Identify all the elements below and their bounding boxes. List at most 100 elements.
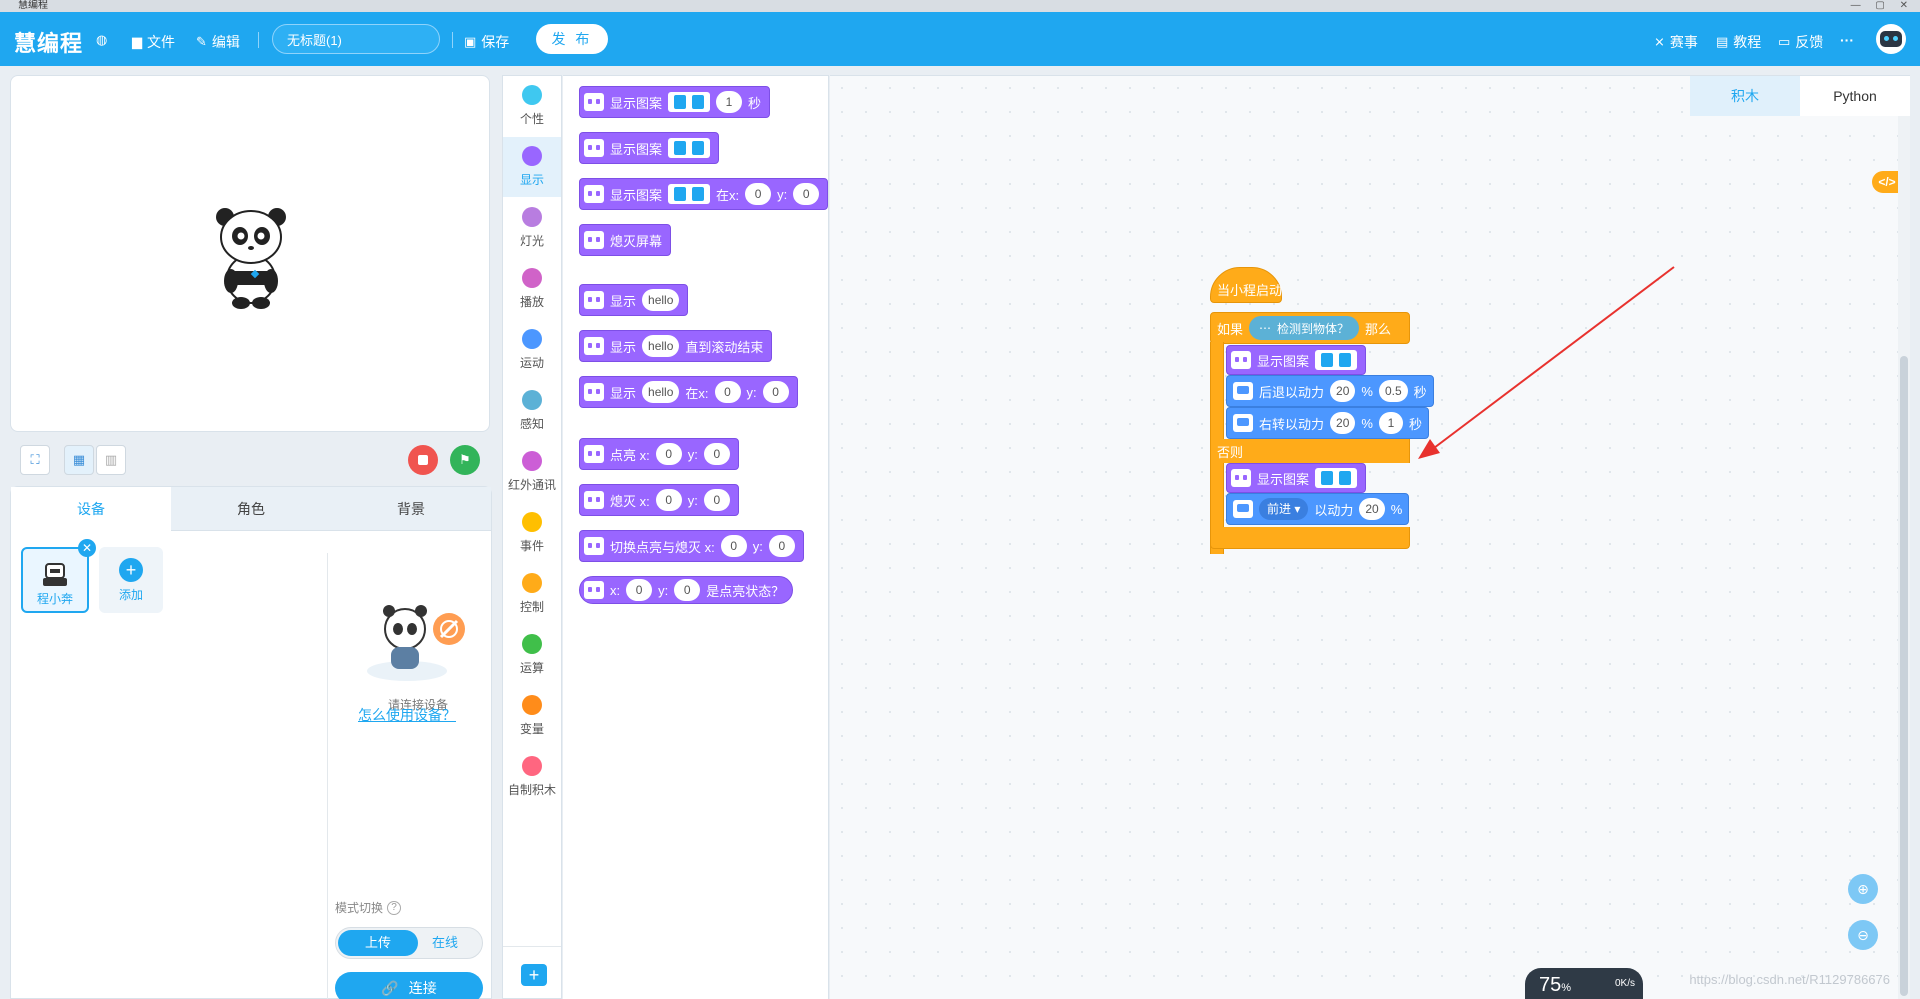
- contest-link[interactable]: ⨯ 赛事: [1654, 32, 1698, 52]
- category-my-blocks[interactable]: 自制积木: [503, 747, 561, 807]
- block-show-image-at[interactable]: 显示图案 在x: 0 y: 0: [579, 178, 829, 210]
- block-input[interactable]: 0: [703, 489, 730, 511]
- project-name-input[interactable]: [272, 24, 440, 54]
- zoom-in-button[interactable]: ⊕: [1848, 874, 1878, 904]
- zoom-out-button[interactable]: ⊖: [1848, 920, 1878, 950]
- direction-dropdown[interactable]: 前进 ▾: [1259, 498, 1309, 520]
- block-input[interactable]: 0: [674, 579, 701, 601]
- hat-when-start[interactable]: 当小程启动: [1210, 267, 1282, 303]
- block-input[interactable]: 0: [655, 443, 682, 465]
- block-input[interactable]: 0: [626, 579, 653, 601]
- block-input[interactable]: hello: [642, 289, 680, 311]
- block-clear-screen[interactable]: 熄灭屏幕: [579, 224, 672, 256]
- fullscreen-button[interactable]: ⛶: [20, 445, 50, 475]
- block-input[interactable]: hello: [642, 335, 680, 357]
- led-matrix-input[interactable]: [1315, 350, 1358, 370]
- mode-online-option[interactable]: 在线: [408, 930, 482, 956]
- window-controls[interactable]: — ▢ ✕: [1851, 0, 1914, 12]
- tab-devices[interactable]: 设备: [11, 487, 171, 531]
- category-dot-icon: [522, 451, 542, 471]
- block-show-text-until-done[interactable]: 显示 hello 直到滚动结束: [579, 330, 773, 362]
- category-lighting[interactable]: 灯光: [503, 198, 561, 258]
- category-events[interactable]: 事件: [503, 503, 561, 563]
- condition-detect-object[interactable]: ⋯ 检测到物体？: [1249, 316, 1360, 340]
- block-pixel-is-lit[interactable]: x: 0 y: 0 是点亮状态？: [579, 576, 794, 604]
- power-input[interactable]: 20: [1359, 498, 1385, 520]
- block-input[interactable]: 0: [655, 489, 682, 511]
- workspace-scrollbar[interactable]: [1898, 116, 1910, 999]
- category-sound[interactable]: 播放: [503, 259, 561, 319]
- screen-icon: [584, 93, 604, 111]
- tab-sprites[interactable]: 角色: [171, 487, 331, 531]
- add-device-button[interactable]: + 添加: [99, 547, 163, 613]
- category-infrared[interactable]: 红外通讯: [503, 442, 561, 502]
- user-avatar[interactable]: [1876, 24, 1906, 54]
- tab-blocks[interactable]: 积木: [1690, 76, 1800, 116]
- script-move-direction[interactable]: 前进 ▾ 以动力 20 %: [1226, 493, 1410, 525]
- layout-small-button[interactable]: ▥: [96, 445, 126, 475]
- category-variables[interactable]: 变量: [503, 686, 561, 746]
- block-light-pixel[interactable]: 点亮 x: 0 y: 0: [579, 438, 739, 470]
- category-control[interactable]: 控制: [503, 564, 561, 624]
- panda-sprite[interactable]: [211, 201, 291, 309]
- category-operators[interactable]: 运算: [503, 625, 561, 685]
- led-matrix-input[interactable]: [668, 184, 711, 204]
- connect-button[interactable]: 🔗 连接: [335, 972, 483, 999]
- save-button[interactable]: ▣ 保存: [464, 32, 509, 52]
- led-matrix-input[interactable]: [668, 138, 711, 158]
- language-button[interactable]: ◍: [96, 32, 107, 48]
- tab-backdrops[interactable]: 背景: [331, 487, 491, 531]
- file-menu[interactable]: ▆ 文件: [132, 32, 175, 52]
- remove-device-button[interactable]: ✕: [78, 539, 96, 557]
- script-turn-right[interactable]: 右转以动力 20 % 1 秒: [1226, 407, 1429, 439]
- add-extension-button[interactable]: +: [521, 964, 547, 986]
- script-show-image[interactable]: 显示图案: [1226, 345, 1367, 375]
- power-input[interactable]: 20: [1330, 380, 1356, 402]
- seconds-input[interactable]: 1: [1378, 412, 1403, 434]
- block-show-image-for-secs[interactable]: 显示图案 1 秒: [579, 86, 771, 118]
- if-else-block[interactable]: 如果 ⋯ 检测到物体？ 那么: [1210, 312, 1410, 344]
- mode-switch[interactable]: 上传 在线: [335, 927, 483, 959]
- block-input[interactable]: 0: [762, 381, 789, 403]
- device-card-codey[interactable]: 程小奔: [21, 547, 89, 613]
- how-to-use-device-link[interactable]: 怎么使用设备？: [358, 705, 456, 725]
- block-input[interactable]: 0: [793, 183, 820, 205]
- mode-upload-option[interactable]: 上传: [338, 930, 418, 956]
- script-move-backward[interactable]: 后退以动力 20 % 0.5 秒: [1226, 375, 1434, 407]
- tutorial-link[interactable]: ▤ 教程: [1716, 32, 1761, 52]
- category-personality[interactable]: 个性: [503, 76, 561, 136]
- led-matrix-input[interactable]: [1315, 468, 1358, 488]
- block-input[interactable]: 0: [703, 443, 730, 465]
- script-show-image-else[interactable]: 显示图案: [1226, 463, 1367, 493]
- block-input[interactable]: hello: [642, 381, 680, 403]
- category-looks[interactable]: 显示: [503, 137, 561, 197]
- category-sensing[interactable]: 感知: [503, 381, 561, 441]
- layout-normal-button[interactable]: ▦: [64, 445, 94, 475]
- power-input[interactable]: 20: [1330, 412, 1356, 434]
- stage-canvas[interactable]: [10, 75, 490, 432]
- category-motion[interactable]: 运动: [503, 320, 561, 380]
- block-input[interactable]: 0: [768, 535, 795, 557]
- scrollbar-thumb[interactable]: [1900, 356, 1908, 996]
- block-show-text[interactable]: 显示 hello: [579, 284, 689, 316]
- block-input[interactable]: 0: [720, 535, 747, 557]
- publish-button[interactable]: 发 布: [536, 24, 608, 54]
- edit-menu[interactable]: ✎ 编辑: [196, 32, 240, 52]
- block-input[interactable]: 0: [745, 183, 772, 205]
- led-matrix-input[interactable]: [668, 92, 711, 112]
- green-flag-button[interactable]: ⚑: [450, 445, 480, 475]
- script-workspace[interactable]: 积木 Python </> ⊕ ⊖ 当小程启动 如果 ⋯ 检测到物体？ 那么 显…: [830, 75, 1910, 999]
- block-input[interactable]: 1: [716, 91, 743, 113]
- block-toggle-pixel[interactable]: 切换点亮与熄灭 x: 0 y: 0: [579, 530, 804, 562]
- block-show-image[interactable]: 显示图案: [579, 132, 720, 164]
- block-input[interactable]: 0: [714, 381, 741, 403]
- feedback-link[interactable]: ▭ 反馈: [1778, 32, 1823, 52]
- block-show-text-at[interactable]: 显示 hello 在x: 0 y: 0: [579, 376, 798, 408]
- seconds-input[interactable]: 0.5: [1378, 380, 1408, 402]
- tab-python[interactable]: Python: [1800, 76, 1910, 116]
- book-icon: ▤: [1716, 34, 1729, 49]
- block-turn-off-pixel[interactable]: 熄灭 x: 0 y: 0: [579, 484, 739, 516]
- help-icon[interactable]: ?: [387, 900, 402, 915]
- more-menu[interactable]: ···: [1840, 32, 1854, 48]
- stop-button[interactable]: [408, 445, 438, 475]
